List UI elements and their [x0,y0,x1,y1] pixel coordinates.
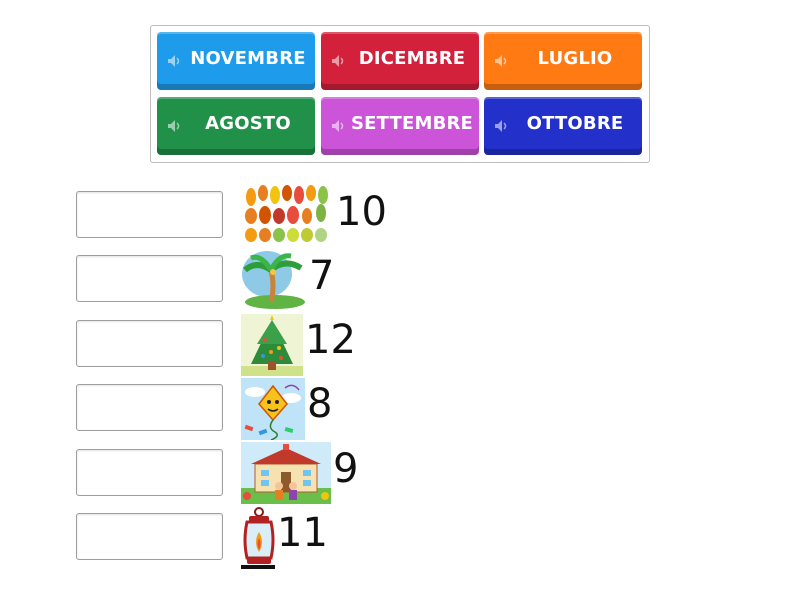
palm-tree-island-icon [242,251,305,309]
month-number: 11 [277,510,328,556]
tile-novembre[interactable]: NOVEMBRE [157,32,315,90]
speaker-icon[interactable] [331,119,347,133]
drop-slot[interactable] [76,191,223,238]
christmas-tree-icon [241,314,303,376]
kite-icon [241,378,305,440]
tile-label: SETTEMBRE [350,113,474,134]
month-number: 10 [336,189,387,235]
tile-label: NOVEMBRE [190,48,306,69]
tile-luglio[interactable]: LUGLIO [484,32,642,90]
match-row: 9 [0,441,800,504]
match-row: 12 [0,312,800,376]
month-number: 7 [309,253,335,299]
autumn-leaves-icon [245,185,328,242]
tile-ottobre[interactable]: OTTOBRE [484,97,642,155]
school-children-icon [241,442,331,504]
tile-agosto[interactable]: AGOSTO [157,97,315,155]
drop-slot[interactable] [76,449,223,496]
drop-slot[interactable] [76,320,223,367]
drop-slot[interactable] [76,255,223,302]
tile-settembre[interactable]: SETTEMBRE [321,97,479,155]
speaker-icon[interactable] [167,54,183,68]
month-number: 12 [305,317,356,363]
month-number: 9 [333,446,359,492]
drop-slot[interactable] [76,384,223,431]
lantern-icon [241,507,275,569]
speaker-icon[interactable] [494,119,510,133]
match-row: 8 [0,376,800,440]
tile-dicembre[interactable]: DICEMBRE [321,32,479,90]
tile-label: LUGLIO [537,48,613,69]
tile-label: AGOSTO [205,113,291,134]
tile-label: DICEMBRE [358,48,466,69]
month-number: 8 [307,381,333,427]
match-row: 11 [0,505,800,569]
match-row: 7 [0,248,800,309]
tile-label: OTTOBRE [526,113,624,134]
word-bank: NOVEMBRE DICEMBRE LUGLIO AGOSTO SETTEMBR… [150,25,650,163]
speaker-icon[interactable] [167,119,183,133]
speaker-icon[interactable] [494,54,510,68]
match-row: 10 [0,183,800,243]
speaker-icon[interactable] [331,54,347,68]
drop-slot[interactable] [76,513,223,560]
